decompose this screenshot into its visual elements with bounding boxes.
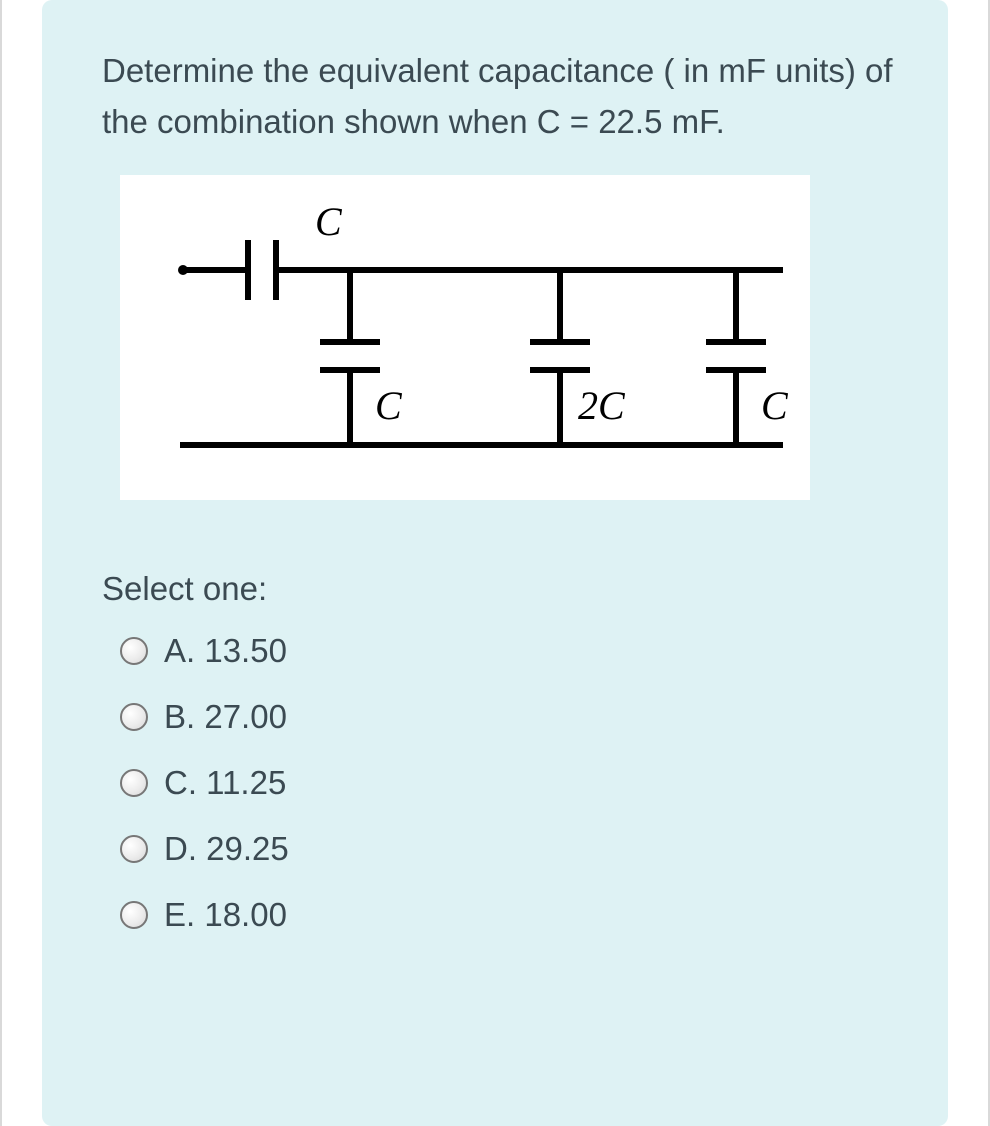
select-prompt: Select one: <box>102 570 893 608</box>
radio-icon <box>120 637 148 665</box>
option-label: C. 11.25 <box>164 764 286 802</box>
options-group: A. 13.50 B. 27.00 C. 11.25 D. 29.25 E. 1… <box>102 632 893 934</box>
option-label: E. 18.00 <box>164 896 287 934</box>
cap-label-right: C <box>761 383 789 428</box>
option-d[interactable]: D. 29.25 <box>120 830 893 868</box>
option-label: D. 29.25 <box>164 830 289 868</box>
cap-label-top: C <box>315 199 343 244</box>
cap-label-middle: 2C <box>578 383 626 428</box>
option-e[interactable]: E. 18.00 <box>120 896 893 934</box>
radio-icon <box>120 703 148 731</box>
option-c[interactable]: C. 11.25 <box>120 764 893 802</box>
radio-icon <box>120 769 148 797</box>
question-card: Determine the equivalent capacitance ( i… <box>42 0 948 1126</box>
option-a[interactable]: A. 13.50 <box>120 632 893 670</box>
radio-icon <box>120 901 148 929</box>
question-text: Determine the equivalent capacitance ( i… <box>102 45 893 147</box>
option-label: B. 27.00 <box>164 698 287 736</box>
option-b[interactable]: B. 27.00 <box>120 698 893 736</box>
page-container: Determine the equivalent capacitance ( i… <box>0 0 990 1126</box>
option-label: A. 13.50 <box>164 632 287 670</box>
radio-icon <box>120 835 148 863</box>
cap-label-left: C <box>375 383 403 428</box>
circuit-diagram: C C 2C C <box>120 175 810 500</box>
